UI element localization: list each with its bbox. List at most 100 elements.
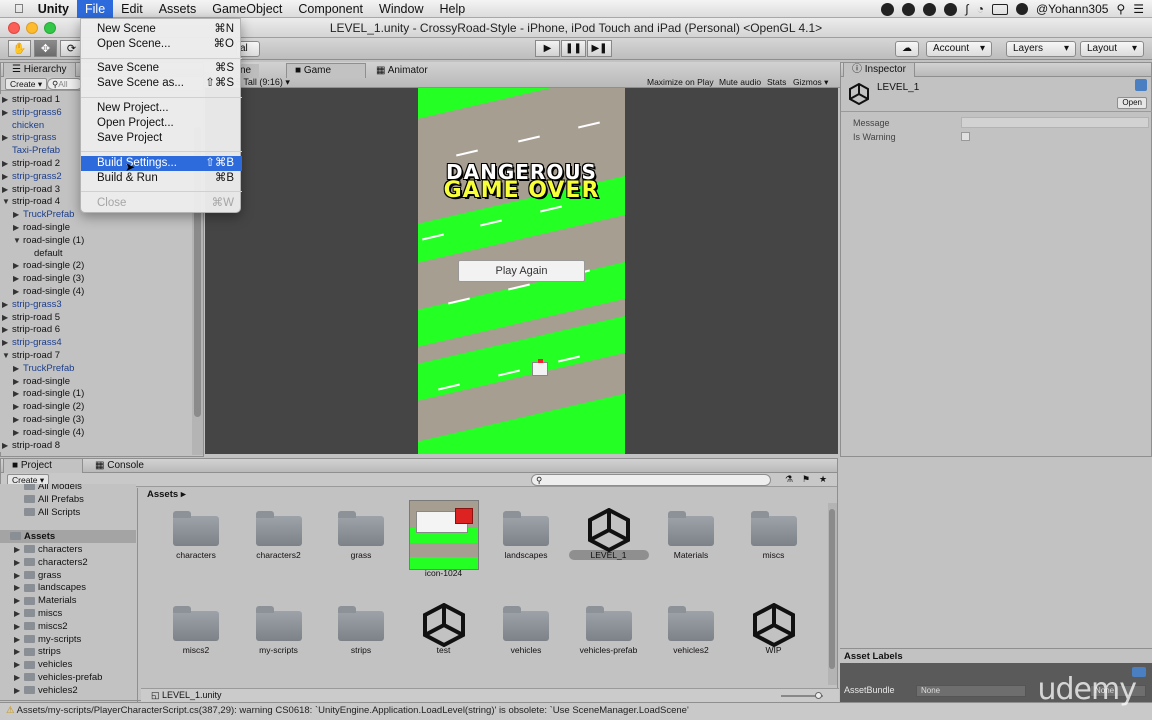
menu-gameobject[interactable]: GameObject [204,0,290,18]
collapsed-triangle-icon[interactable]: ▶ [13,400,23,413]
asset-image[interactable]: icon-1024 [404,500,484,578]
asset-folder[interactable]: strips [321,603,401,655]
hierarchy-row[interactable]: ▶ strip-grass2 [2,170,62,183]
help-icon[interactable] [1135,79,1147,91]
asset-folder[interactable]: vehicles2 [651,603,731,655]
asset-folder[interactable]: Materials [651,508,731,560]
tab-animator[interactable]: ▦ Animator [368,64,436,78]
collapsed-triangle-icon[interactable]: ▶ [2,157,12,170]
move-tool-icon[interactable]: ✥ [34,40,57,57]
project-search-input[interactable]: ⚲ [531,474,771,486]
collapsed-triangle-icon[interactable]: ▶ [14,658,20,671]
hierarchy-row[interactable]: ▶ road-single (4) [13,426,84,439]
collapsed-triangle-icon[interactable]: ▶ [14,671,20,684]
hierarchy-row[interactable]: ▶ strip-grass [2,131,56,144]
step-button[interactable]: ▶❚ [587,40,612,57]
expanded-triangle-icon[interactable]: ▼ [2,349,12,362]
menu-item-build-settings[interactable]: Build Settings... ⇧⌘B [81,156,242,171]
tree-folder[interactable]: miscs [24,607,62,620]
menu-item-build-and-run[interactable]: Build & Run ⌘B [81,171,242,186]
collapsed-triangle-icon[interactable]: ▶ [14,543,20,556]
collapsed-triangle-icon[interactable]: ▶ [13,285,23,298]
sync-icon[interactable] [923,2,937,16]
tree-folder[interactable]: characters2 [24,556,88,569]
collapsed-triangle-icon[interactable]: ▶ [2,298,12,311]
menu-help[interactable]: Help [431,0,473,18]
tree-folder[interactable]: grass [24,569,61,582]
collapsed-triangle-icon[interactable]: ▶ [2,439,12,452]
maximize-on-play-toggle[interactable]: Maximize on Play [647,77,714,87]
tree-folder[interactable]: miscs2 [24,620,68,633]
bluetooth-icon[interactable]: ∫ [965,2,968,16]
hierarchy-row[interactable]: ▶ road-single (2) [13,259,84,272]
menu-item-new-project[interactable]: New Project... [81,101,242,116]
hierarchy-row[interactable]: ▶ road-single (4) [13,285,84,298]
collapsed-triangle-icon[interactable]: ▶ [2,336,12,349]
tree-folder[interactable]: Materials [24,594,77,607]
account-dropdown[interactable]: Account ▾ [926,41,992,57]
hierarchy-search-input[interactable]: ⚲All [47,78,83,90]
favorite-icon[interactable]: ★ [819,474,827,485]
menu-item-new-scene[interactable]: New Scene ⌘N [81,22,242,37]
apple-icon[interactable]:  [0,0,30,18]
is-warning-checkbox[interactable] [961,132,970,141]
collapsed-triangle-icon[interactable]: ▶ [14,620,20,633]
collapsed-triangle-icon[interactable]: ▶ [14,581,20,594]
hierarchy-row[interactable]: ▶ road-single [13,221,70,234]
time-machine-icon[interactable] [944,2,958,16]
collapsed-triangle-icon[interactable]: ▶ [2,94,12,106]
mute-audio-toggle[interactable]: Mute audio [719,77,761,87]
hierarchy-row[interactable]: ▶ strip-road 6 [2,323,60,336]
username[interactable]: @Yohann305 [1036,2,1108,16]
battery-icon[interactable] [991,3,1008,15]
hierarchy-row[interactable]: ▼ strip-road 7 [2,349,60,362]
hierarchy-row[interactable]: ▶ TruckPrefab [13,362,74,375]
collapsed-triangle-icon[interactable]: ▶ [14,607,20,620]
hierarchy-row[interactable]: ▶ road-single (2) [13,400,84,413]
spotlight-search-icon[interactable]: ⚲ [1116,2,1125,16]
collapsed-triangle-icon[interactable]: ▶ [2,311,12,324]
menu-assets[interactable]: Assets [151,0,205,18]
asset-folder[interactable]: my-scripts [239,603,319,655]
tree-root-assets[interactable]: Assets [0,530,136,543]
hierarchy-row[interactable]: ▶ strip-road 3 [2,183,60,196]
project-scrollbar[interactable] [827,503,837,685]
collapsed-triangle-icon[interactable]: ▶ [14,684,20,697]
asset-bundle-dropdown[interactable]: None [916,685,1026,697]
menu-unity[interactable]: Unity [30,0,77,18]
tab-project[interactable]: ■ Project [3,458,83,473]
collapsed-triangle-icon[interactable]: ▶ [13,362,23,375]
asset-folder[interactable]: characters2 [239,508,319,560]
hierarchy-row[interactable]: ▶ road-single (3) [13,413,84,426]
collapsed-triangle-icon[interactable]: ▶ [13,259,23,272]
menu-window[interactable]: Window [371,0,431,18]
hierarchy-row[interactable]: ▶ TruckPrefab [13,208,74,221]
tree-folder[interactable]: vehicles-prefab [24,671,102,684]
collapsed-triangle-icon[interactable]: ▶ [2,323,12,336]
hierarchy-row[interactable]: chicken [2,119,44,132]
asset-folder[interactable]: grass [321,508,401,560]
menu-edit[interactable]: Edit [113,0,151,18]
hierarchy-row[interactable]: ▶ road-single (1) [13,387,84,400]
hierarchy-row[interactable]: Taxi-Prefab [2,144,60,157]
hierarchy-row[interactable]: ▶ strip-grass3 [2,298,62,311]
collapsed-triangle-icon[interactable]: ▶ [2,106,12,119]
tab-game[interactable]: ■ Game [286,63,366,78]
cloud-icon[interactable]: ☁ [895,41,919,57]
collapsed-triangle-icon[interactable]: ▶ [2,131,12,144]
tree-folder[interactable]: vehicles [24,658,72,671]
status-icon-1[interactable] [881,2,895,16]
collapsed-triangle-icon[interactable]: ▶ [13,221,23,234]
menu-item-save-scene[interactable]: Save Scene ⌘S [81,61,242,76]
tree-folder[interactable]: characters [24,543,82,556]
record-icon[interactable] [902,2,916,16]
tree-folder[interactable]: my-scripts [24,633,81,646]
asset-scene[interactable]: WIP [734,602,814,655]
hierarchy-row[interactable]: ▶ strip-road 2 [2,157,60,170]
wifi-icon[interactable]: ◔ [977,2,984,16]
menu-item-open-scene[interactable]: Open Scene... ⌘O [81,37,242,52]
asset-folder[interactable]: vehicles [486,603,566,655]
collapsed-triangle-icon[interactable]: ▶ [14,569,20,582]
favorite-item[interactable]: All Models [24,484,82,493]
tab-inspector[interactable]: ⓘ Inspector [843,62,915,77]
